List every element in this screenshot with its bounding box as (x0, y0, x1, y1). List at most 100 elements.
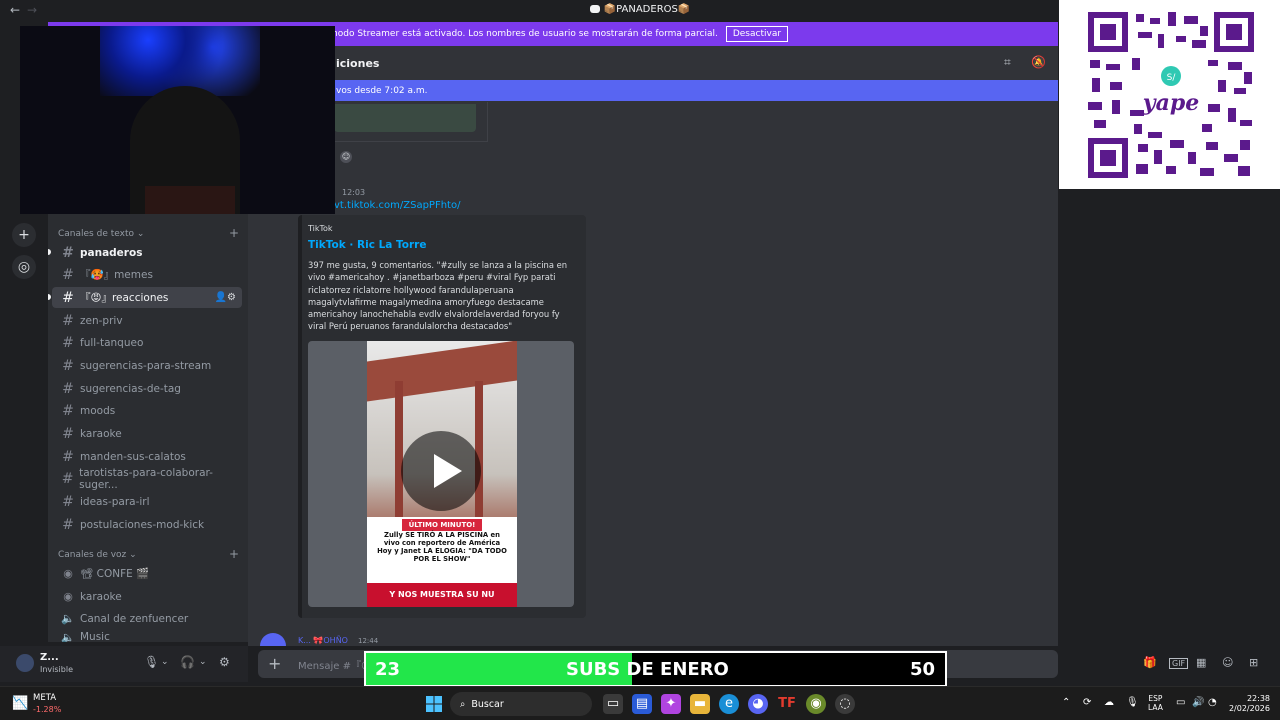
disable-streamer-button[interactable]: Desactivar (725, 26, 789, 42)
hash-icon: # (62, 334, 74, 351)
hash-icon: # (62, 244, 74, 261)
channel-sugerencias-para-stream[interactable]: # sugerencias-para-stream (52, 355, 242, 376)
windows-start-icon[interactable] (426, 696, 442, 712)
hash-icon: # (62, 380, 74, 397)
gift-icon[interactable]: 🎁 (1143, 656, 1157, 669)
channel-label: postulaciones-mod-kick (80, 518, 205, 531)
channel-label: karaoke (80, 590, 122, 603)
avatar[interactable] (14, 652, 36, 674)
channel-moods[interactable]: # moods (52, 400, 242, 421)
channel-label: 『😡』reacciones (80, 292, 169, 304)
stock-name[interactable]: META (33, 693, 56, 703)
username[interactable]: Z... (40, 652, 59, 663)
volume-icon[interactable]: 🔊 (1192, 697, 1204, 708)
message-author[interactable]: K... 🎀OHÑO (298, 636, 348, 645)
subs-current-count: 23 (375, 659, 401, 680)
apps-icon[interactable]: ⊞ (1249, 656, 1258, 669)
server-name: 📦PANADEROS📦 (603, 4, 691, 15)
store-icon[interactable]: ▤ (632, 694, 652, 714)
channel-header-title: iciones (336, 57, 380, 70)
tiktok-studio-icon[interactable]: TF (777, 694, 797, 714)
taskbar-search[interactable]: ⌕ Buscar (450, 692, 592, 716)
chevron-up-icon[interactable]: ⌃ (1062, 697, 1070, 708)
channel-memes[interactable]: # 『🥵』memes (52, 264, 242, 285)
speaker-icon: 🔈 (61, 631, 75, 642)
video-pillar (395, 381, 403, 521)
channel-sugerencias-de-tag[interactable]: # sugerencias-de-tag (52, 378, 242, 399)
svg-text:yape: yape (1142, 90, 1199, 116)
text-channels-category[interactable]: Canales de texto ⌄ (58, 229, 144, 239)
channel-panaderos[interactable]: # panaderos (52, 242, 242, 263)
user-panel (0, 646, 248, 682)
attach-plus-icon[interactable]: + (268, 654, 281, 673)
emoji-icon[interactable]: ☺ (1222, 656, 1233, 669)
threads-icon[interactable]: ⌗ (1004, 55, 1011, 70)
channel-postulaciones-mod-kick[interactable]: # postulaciones-mod-kick (52, 514, 242, 535)
headphones-icon[interactable]: 🎧 (180, 655, 195, 669)
file-explorer-icon[interactable]: ▬ (690, 694, 710, 714)
microphone-icon[interactable]: 🎙 (144, 655, 159, 669)
svg-text:S/: S/ (1167, 73, 1177, 83)
battery-icon[interactable]: ◔ (1208, 697, 1217, 708)
reaction-icon[interactable]: ☺ (340, 151, 352, 163)
discord-icon (589, 5, 600, 13)
subs-label: SUBS DE ENERO (566, 659, 729, 680)
channel-zen-priv[interactable]: # zen-priv (52, 310, 242, 331)
voice-channel-karaoke[interactable]: ◉ karaoke (52, 586, 242, 607)
discover-icon[interactable]: ◎ (12, 255, 36, 279)
new-messages-banner[interactable]: vos desde 7:02 a.m. (330, 80, 1058, 101)
clock[interactable]: 22:38 2/02/2026 (1226, 694, 1270, 714)
channel-settings-icons[interactable]: 👤⚙ (215, 292, 236, 303)
chevron-down-icon[interactable]: ⌄ (199, 657, 207, 667)
channel-karaoke[interactable]: # karaoke (52, 423, 242, 444)
notification-mute-icon[interactable]: 🔕 (1031, 55, 1046, 69)
channel-label: panaderos (80, 246, 143, 259)
cloud-icon[interactable]: ☁ (1104, 697, 1114, 708)
channel-ideas-para-irl[interactable]: # ideas-para-irl (52, 491, 242, 512)
hash-icon: # (62, 425, 74, 442)
sticker-icon[interactable]: ▦ (1196, 656, 1206, 669)
channel-label: ideas-para-irl (80, 495, 150, 508)
hash-icon: # (62, 493, 74, 510)
message-link[interactable]: vt.tiktok.com/ZSapPFhto/ (334, 200, 460, 211)
voice-channel-music[interactable]: 🔈 Music (52, 631, 242, 642)
search-icon: ⌕ (460, 698, 466, 710)
gear-icon[interactable]: ⚙ (219, 655, 230, 669)
stock-trend-icon: 📉 (12, 696, 29, 711)
add-server-icon[interactable]: + (12, 223, 36, 247)
voice-channel-confe[interactable]: ◉ 📽 CONFE 🎬 (52, 563, 242, 584)
embed-title[interactable]: TikTok · Ric La Torre (308, 239, 426, 251)
network-icon[interactable]: ▭ (1176, 697, 1185, 708)
hash-icon: # (62, 516, 74, 533)
gif-icon[interactable]: GIF (1169, 658, 1189, 669)
channel-label: 📽 CONFE 🎬 (80, 568, 150, 580)
subs-goal-bar: 23 SUBS DE ENERO 50 (364, 651, 947, 687)
obs-icon[interactable]: ◌ (835, 694, 855, 714)
edge-icon[interactable]: e (719, 694, 739, 714)
channel-full-tanqueo[interactable]: # full-tanqueo (52, 332, 242, 353)
channel-tarotistas[interactable]: # tarotistas-para-colaborar-suger... (52, 467, 242, 491)
clock-time: 22:38 (1246, 694, 1270, 703)
video-top-label: ÚLTIMO MINUTO! (402, 519, 482, 531)
microphone-tray-icon[interactable]: 🎙 (1126, 697, 1139, 708)
previous-image[interactable] (334, 104, 476, 132)
embed-video[interactable]: ÚLTIMO MINUTO! Zully SE TIRÓ A LA PISCIN… (308, 341, 574, 607)
subs-goal-count: 50 (909, 659, 935, 680)
user-status: Invisible (40, 665, 73, 674)
language-indicator[interactable]: ESP LAA (1148, 694, 1163, 712)
sync-icon[interactable]: ⟳ (1083, 697, 1091, 708)
discord-app-icon[interactable]: ◕ (748, 694, 768, 714)
channel-manden-sus-calatos[interactable]: # manden-sus-calatos (52, 446, 242, 467)
task-view-icon[interactable]: ▭ (603, 694, 623, 714)
chevron-down-icon[interactable]: ⌄ (161, 657, 169, 667)
channel-label: full-tanqueo (80, 336, 144, 349)
app-icon[interactable]: ◉ (806, 694, 826, 714)
hash-icon: # (62, 312, 74, 329)
copilot-icon[interactable]: ✦ (661, 694, 681, 714)
voice-channels-category[interactable]: Canales de voz ⌄ (58, 550, 137, 560)
message-input-placeholder[interactable]: Mensaje #『😡 (298, 657, 371, 672)
channel-label: manden-sus-calatos (80, 450, 186, 463)
channel-reacciones[interactable]: # 『😡』reacciones 👤⚙ (52, 287, 242, 308)
channel-label: 『🥵』memes (80, 269, 153, 281)
voice-channel-zenfuencer[interactable]: 🔈 Canal de zenfuencer (52, 608, 242, 629)
